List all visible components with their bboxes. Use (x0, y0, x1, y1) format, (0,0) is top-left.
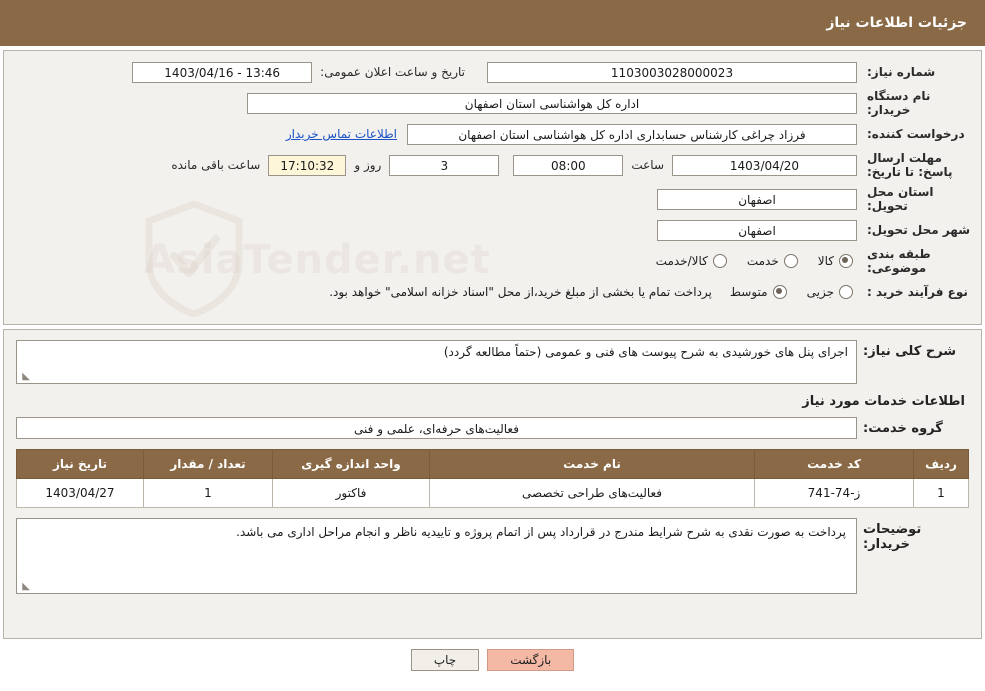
city-label: شهر محل تحویل: (867, 223, 971, 237)
table-row: 1 ز-74-741 فعالیت‌های طراحی تخصصی فاکتور… (16, 478, 969, 508)
city-value: اصفهان (657, 219, 857, 241)
process-note: پرداخت تمام یا بخشی از مبلغ خرید،از محل … (329, 285, 712, 299)
category-option-kala[interactable]: کالا (818, 254, 853, 268)
buyer-notes-label: توضیحات خریدار: (863, 522, 922, 552)
process-option-label: متوسط (729, 285, 768, 299)
deadline-label: مهلت ارسال پاسخ: تا تاریخ: (867, 151, 953, 179)
radio-icon[interactable] (783, 254, 798, 268)
row-buyer-org: نام دستگاه خریدار: اداره کل هواشناسی است… (10, 89, 975, 117)
service-group-label: گروه خدمت: (863, 420, 943, 436)
radio-icon[interactable] (772, 285, 787, 299)
days-label: روز و (354, 158, 382, 172)
cell-service-name: فعالیت‌های طراحی تخصصی (429, 478, 755, 508)
cell-service-code: ز-74-741 (754, 478, 914, 508)
column-service-name: نام خدمت (429, 449, 755, 479)
remaining-days-value: 3 (389, 154, 500, 176)
category-option-label: کالا (817, 254, 834, 268)
process-label: نوع فرآیند خرید : (867, 285, 968, 299)
buyer-contact-link[interactable]: اطلاعات تماس خریدار (286, 127, 397, 141)
row-city: شهر محل تحویل: اصفهان (10, 219, 975, 241)
requester-label: درخواست کننده: (867, 127, 965, 141)
page-header: جزئیات اطلاعات نیاز (0, 0, 985, 46)
process-option-jozi[interactable]: جزیی (807, 285, 853, 299)
row-requester: درخواست کننده: فرزاد چراغی کارشناس حسابد… (10, 123, 975, 145)
remaining-timer-value: 17:10:32 (268, 154, 347, 176)
resize-grip-icon[interactable]: ◣ (20, 372, 30, 382)
category-option-label: خدمت (746, 254, 779, 268)
row-category: طبقه بندی موضوعی: کالا خدمت کالا/خدمت (10, 247, 975, 275)
radio-icon[interactable] (839, 285, 853, 299)
radio-icon[interactable] (839, 254, 853, 268)
cell-need-date: 1403/04/27 (16, 478, 144, 508)
page-title: جزئیات اطلاعات نیاز (826, 15, 967, 31)
announce-datetime-label: تاریخ و ساعت اعلان عمومی: (320, 65, 465, 79)
buyer-notes-value: پرداخت به صورت نقدی به شرح شرایط مندرج د… (236, 525, 846, 539)
hour-label: ساعت (631, 158, 664, 172)
column-need-date: تاریخ نیاز (16, 449, 144, 479)
column-row: ردیف (913, 449, 969, 479)
category-option-khedmat[interactable]: خدمت (747, 254, 798, 268)
services-table: ردیف کد خدمت نام خدمت واحد اندازه گیری ت… (16, 449, 969, 508)
services-info-title: اطلاعات خدمات مورد نیاز (802, 394, 965, 409)
need-summary-panel: AsiaTender.net شماره نیاز: 1103003028000… (3, 50, 982, 325)
footer-actions: بازگشت چاپ (0, 649, 985, 671)
general-need-label: شرح کلی نیاز: (863, 344, 957, 359)
column-quantity: تعداد / مقدار (143, 449, 273, 479)
deadline-hour-value: 08:00 (513, 154, 624, 176)
process-option-motavaset[interactable]: متوسط (730, 285, 787, 299)
category-option-kala-khedmat[interactable]: کالا/خدمت (656, 254, 727, 268)
category-radio-group: کالا خدمت کالا/خدمت (656, 254, 857, 268)
column-service-code: کد خدمت (754, 449, 914, 479)
category-label: طبقه بندی موضوعی: (867, 247, 931, 275)
cell-quantity: 1 (143, 478, 273, 508)
deadline-date-value: 1403/04/20 (672, 154, 857, 176)
resize-grip-icon[interactable]: ◣ (20, 582, 30, 592)
announce-datetime-value: 13:46 - 1403/04/16 (132, 61, 313, 83)
province-label: استان محل تحویل: (867, 185, 934, 213)
row-general-need: شرح کلی نیاز: اجرای پنل های خورشیدی به ش… (16, 340, 969, 384)
province-value: اصفهان (657, 188, 857, 210)
row-province: استان محل تحویل: اصفهان (10, 185, 975, 213)
print-button[interactable]: چاپ (410, 649, 480, 671)
service-group-value: فعالیت‌های حرفه‌ای، علمی و فنی (16, 417, 857, 439)
row-process-type: نوع فرآیند خرید : جزیی متوسط پرداخت تمام… (10, 281, 975, 303)
requester-value: فرزاد چراغی کارشناس حسابداری اداره کل هو… (407, 123, 857, 145)
general-need-textarea[interactable]: اجرای پنل های خورشیدی به شرح پیوست های ف… (16, 340, 857, 384)
row-need-number: شماره نیاز: 1103003028000023 تاریخ و ساع… (10, 61, 975, 83)
cell-row: 1 (913, 478, 969, 508)
process-option-label: جزیی (806, 285, 834, 299)
need-number-value: 1103003028000023 (487, 61, 857, 83)
buyer-notes-textarea[interactable]: پرداخت به صورت نقدی به شرح شرایط مندرج د… (16, 518, 857, 594)
row-deadline: مهلت ارسال پاسخ: تا تاریخ: 1403/04/20 سا… (10, 151, 975, 179)
radio-icon[interactable] (712, 254, 727, 268)
column-unit: واحد اندازه گیری (272, 449, 430, 479)
cell-unit: فاکتور (272, 478, 430, 508)
buyer-org-label: نام دستگاه خریدار: (867, 89, 931, 117)
need-number-label: شماره نیاز: (867, 65, 936, 79)
remaining-label: ساعت باقی مانده (171, 158, 261, 172)
row-buyer-notes: توضیحات خریدار: پرداخت به صورت نقدی به ش… (16, 518, 969, 594)
announce-datetime-group: تاریخ و ساعت اعلان عمومی: 13:46 - 1403/0… (132, 61, 473, 83)
general-need-value: اجرای پنل های خورشیدی به شرح پیوست های ف… (443, 345, 848, 359)
process-radio-group: جزیی متوسط (730, 285, 857, 299)
row-service-group: گروه خدمت: فعالیت‌های حرفه‌ای، علمی و فن… (16, 417, 969, 439)
buyer-org-value: اداره کل هواشناسی استان اصفهان (247, 92, 857, 114)
category-option-label: کالا/خدمت (655, 254, 708, 268)
need-details-panel: شرح کلی نیاز: اجرای پنل های خورشیدی به ش… (3, 329, 982, 639)
back-button[interactable]: بازگشت (487, 649, 575, 671)
table-header-row: ردیف کد خدمت نام خدمت واحد اندازه گیری ت… (16, 449, 969, 479)
